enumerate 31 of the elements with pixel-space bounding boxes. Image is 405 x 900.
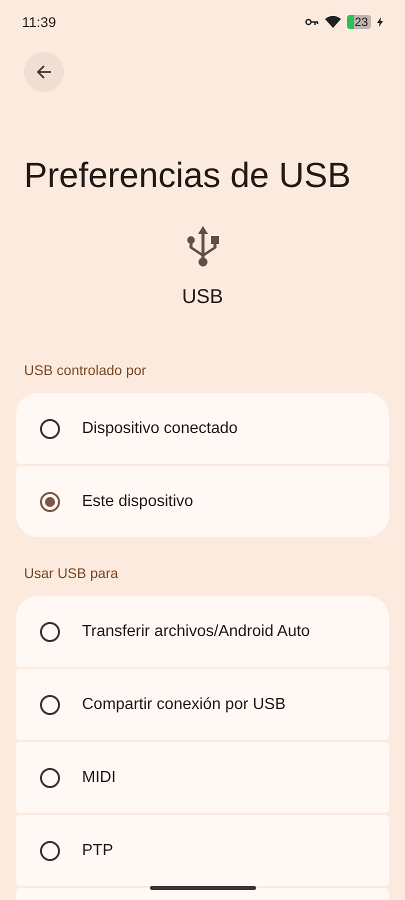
radio-button[interactable] xyxy=(40,768,60,788)
section-header: Usar USB para xyxy=(23,564,120,583)
status-time: 11:39 xyxy=(22,12,56,32)
usb-label: USB xyxy=(182,285,224,310)
section-header: USB controlado por xyxy=(23,361,148,380)
option-label: Dispositivo conectado xyxy=(82,418,238,438)
key-icon xyxy=(304,18,319,26)
radio-button[interactable] xyxy=(40,840,60,860)
charging-icon xyxy=(377,17,383,27)
option-row[interactable]: Este dispositivo xyxy=(16,466,389,537)
usb-icon xyxy=(186,226,220,268)
battery-indicator: 23 xyxy=(346,15,371,29)
wifi-icon xyxy=(324,16,341,28)
back-button[interactable] xyxy=(24,52,64,92)
option-label: Este dispositivo xyxy=(82,492,194,512)
back-icon xyxy=(36,64,52,80)
radio-button[interactable] xyxy=(40,622,60,642)
radio-button[interactable] xyxy=(40,492,60,512)
option-label: MIDI xyxy=(82,768,116,788)
option-label: Transferir archivos/Android Auto xyxy=(82,622,310,642)
radio-button[interactable] xyxy=(40,694,60,714)
option-label: Compartir conexión por USB xyxy=(82,694,286,714)
option-row[interactable]: MIDI xyxy=(16,742,389,813)
option-row[interactable]: Dispositivo conectado xyxy=(16,393,389,464)
radio-button[interactable] xyxy=(40,418,60,438)
option-label: PTP xyxy=(82,840,114,860)
option-row[interactable]: Compartir conexión por USB xyxy=(16,669,389,740)
option-row[interactable]: Transferir archivos/Android Auto xyxy=(16,596,389,667)
navigation-handle[interactable] xyxy=(150,886,256,890)
page-title: Preferencias de USB xyxy=(23,155,352,197)
option-row[interactable]: PTP xyxy=(16,815,389,886)
